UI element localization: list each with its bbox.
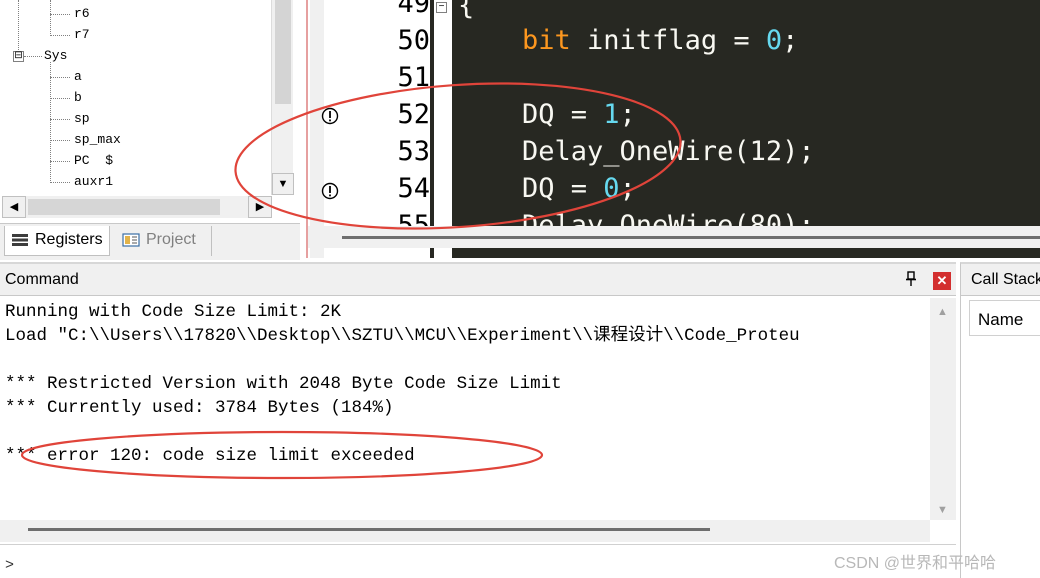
call-stack-pane: Call Stack Name [960,262,1040,578]
tree-connector [24,56,42,57]
tab-project[interactable]: Project [116,226,212,256]
tree-connector [50,140,70,141]
watermark: CSDN @世界和平哈哈 [834,555,997,572]
error-output-line: *** error 120: code size limit exceeded [5,446,415,466]
code-text: initflag = [570,25,766,56]
call-stack-column-header[interactable]: Name [969,300,1040,336]
tree-item-r7[interactable]: r7 [74,25,90,45]
scrollbar-thumb[interactable] [28,528,710,531]
warning-marker-icon [321,107,339,125]
call-stack-title: Call Stack [971,271,1040,288]
column-name-label: Name [978,310,1024,329]
code-editor[interactable]: 49 50 51 52 53 54 55 − { bit initflag = … [306,0,1040,258]
command-horizontal-scrollbar[interactable] [0,520,930,542]
tree-item-b[interactable]: b [74,88,82,108]
code-text: ; [782,25,799,56]
tree-item-a[interactable]: a [74,67,82,87]
line-number: 53 [397,136,430,167]
code-brace: { [458,0,475,21]
code-keyword: bit [522,25,571,56]
tree-connector [50,62,51,183]
scroll-down-arrow-icon[interactable]: ▼ [937,504,948,516]
code-number: 0 [603,173,620,204]
registers-icon [12,234,28,246]
tree-connector [50,14,70,15]
code-number: 1 [603,99,620,130]
fold-collapse-icon[interactable]: − [436,2,447,13]
code-text: ; [619,99,636,130]
tree-item-pc[interactable]: PC $ [74,151,113,171]
breakpoint-column[interactable] [310,0,324,258]
scrollbar-thumb[interactable] [342,236,1040,239]
output-line: Load "C:\\Users\\17820\\Desktop\\SZTU\\M… [5,326,800,346]
code-line-52[interactable]: DQ = 1; [522,99,636,130]
line-number: 50 [397,25,430,56]
tree-connector [50,77,70,78]
tree-vertical-scrollbar[interactable]: ▼ [271,0,294,195]
tree-item-sp[interactable]: sp [74,109,90,129]
tab-project-label: Project [146,231,196,248]
scrollbar-thumb[interactable] [28,199,220,215]
editor-horizontal-scrollbar[interactable] [308,226,1040,248]
tree-connector [50,119,70,120]
call-stack-titlebar: Call Stack [961,264,1040,296]
tree-connector [50,182,70,183]
output-line: *** Restricted Version with 2048 Byte Co… [5,374,562,394]
scroll-right-arrow-icon[interactable]: ▶ [248,196,272,218]
close-icon[interactable]: ✕ [933,272,951,290]
tree-connector [50,98,70,99]
scroll-left-arrow-icon[interactable]: ◀ [2,196,26,218]
code-text: DQ = [522,99,604,130]
line-number: 54 [397,173,430,204]
project-icon [122,233,140,247]
command-prompt-row: > [0,544,956,578]
code-line-53[interactable]: Delay_OneWire(12); [522,136,815,167]
collapse-icon[interactable]: ⊟ [13,51,24,62]
editor-gutter: 49 50 51 52 53 54 55 [308,0,430,258]
output-line: *** Currently used: 3784 Bytes (184%) [5,398,394,418]
tree-connector [50,35,70,36]
code-line-54[interactable]: DQ = 0; [522,173,636,204]
line-number: 51 [397,62,430,93]
tree-item-sys[interactable]: Sys [44,46,67,66]
command-vertical-scrollbar[interactable]: ▲ ▼ [930,298,956,520]
registers-pane: r6 r7 ⊟ Sys a b sp sp_max PC $ auxr1 ▼ ◀… [0,0,300,260]
command-output[interactable]: Running with Code Size Limit: 2K Load "C… [0,298,930,508]
tab-registers-label: Registers [35,231,103,248]
code-line-50[interactable]: bit initflag = 0; [522,25,798,56]
code-text: DQ = [522,173,604,204]
command-titlebar: Command ✕ [0,264,956,296]
command-window: Command ✕ Running with Code Size Limit: … [0,262,956,578]
tree-horizontal-scrollbar[interactable]: ◀ ▶ [2,196,272,218]
command-title: Command [5,271,79,288]
tree-item-sp-max[interactable]: sp_max [74,130,121,150]
command-input[interactable] [22,553,922,575]
scroll-down-arrow-icon[interactable]: ▼ [272,173,294,195]
warning-marker-icon [321,182,339,200]
scroll-up-arrow-icon[interactable]: ▲ [937,306,948,318]
prompt-symbol: > [5,557,15,574]
line-number: 52 [397,99,430,130]
register-tree[interactable]: r6 r7 ⊟ Sys a b sp sp_max PC $ auxr1 [2,0,272,195]
output-line: Running with Code Size Limit: 2K [5,302,342,322]
line-number: 49 [397,0,430,19]
tree-connector [50,0,51,36]
scrollbar-thumb[interactable] [275,0,291,104]
code-text: ; [619,173,636,204]
pin-icon[interactable] [905,271,917,290]
tree-item-auxr1[interactable]: auxr1 [74,172,113,192]
tree-item-r6[interactable]: r6 [74,4,90,24]
tab-registers[interactable]: Registers [4,226,110,256]
fold-column: − [434,0,452,258]
code-text: Delay_OneWire(12); [522,136,815,167]
tree-connector [18,0,19,50]
tree-connector [50,161,70,162]
pane-tab-bar: Registers Project [0,223,300,260]
code-number: 0 [765,25,783,56]
